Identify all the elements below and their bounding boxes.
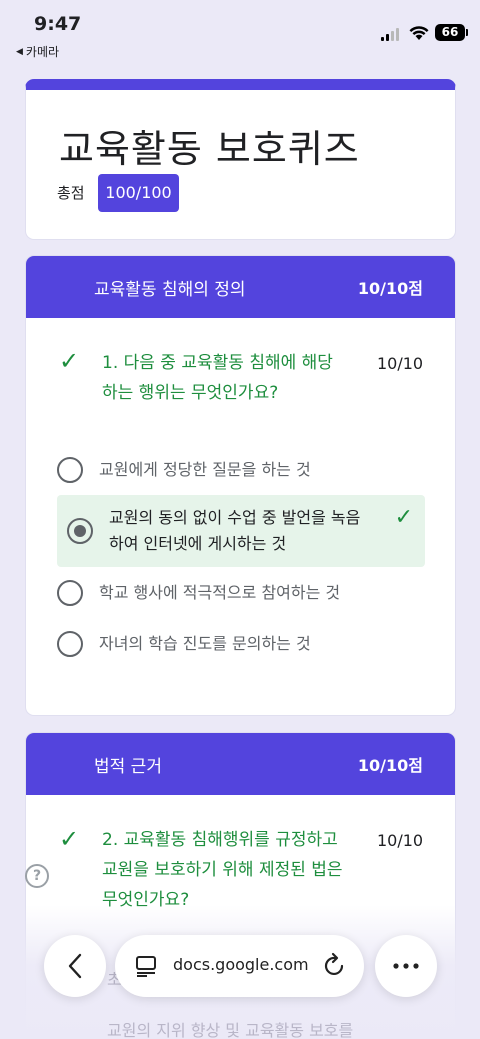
back-triangle-icon: ◀ [16, 46, 23, 57]
option-label: 교원에게 정당한 질문을 하는 것 [99, 460, 311, 479]
total-score-label: 총점 [57, 184, 85, 202]
cellular-signal-icon [381, 28, 399, 41]
option-label-line-2: 하여 인터넷에 게시하는 것 [109, 534, 287, 553]
question-text: 1. 다음 중 교육활동 침해에 해당 하는 행위는 무엇인가요? [102, 348, 333, 408]
radio-button-selected[interactable] [67, 518, 93, 544]
section-header: 법적 근거 10/10점 [26, 733, 455, 795]
partial-option-text: 교원의 지위 향상 및 교육활동 보호를 [107, 1021, 354, 1039]
radio-button[interactable] [57, 631, 83, 657]
quiz-title: 교육활동 보호퀴즈 [59, 127, 360, 171]
answer-option[interactable]: 학교 행사에 적극적으로 참여하는 것 [57, 580, 425, 606]
radio-button[interactable] [57, 580, 83, 606]
option-label: 학교 행사에 적극적으로 참여하는 것 [99, 583, 341, 602]
correct-answer-check-icon: ✓ [394, 505, 413, 530]
back-app-label: 카메라 [25, 45, 60, 59]
clock: 9:47 [34, 13, 82, 35]
section-score: 10/10점 [357, 756, 423, 775]
question-line-1: 1. 다음 중 교육활동 침해에 해당 [102, 353, 333, 373]
section-header: 교육활동 침해의 정의 10/10점 [26, 256, 455, 318]
answer-option[interactable]: 자녀의 학습 진도를 문의하는 것 [57, 631, 425, 657]
question-points: 10/10 [377, 354, 424, 373]
option-label: 교원의 동의 없이 수업 중 발언을 녹음 하여 인터넷에 게시하는 것 [109, 505, 399, 557]
radio-button[interactable] [57, 457, 83, 483]
correct-check-icon: ✓ [59, 825, 80, 853]
address-bar[interactable]: docs.google.com [115, 935, 364, 997]
question-line-2: 하는 행위는 무엇인가요? [102, 383, 279, 403]
section-title: 교육활동 침해의 정의 [94, 280, 246, 300]
browser-back-button[interactable] [44, 935, 106, 997]
question-line-1: 2. 교육활동 침해행위를 규정하고 [102, 830, 338, 850]
help-icon[interactable]: ? [25, 864, 49, 888]
question-line-2: 교원을 보호하기 위해 제정된 법은 [102, 860, 343, 880]
url-text: docs.google.com [173, 955, 309, 974]
question-text: 2. 교육활동 침해행위를 규정하고 교원을 보호하기 위해 제정된 법은 무엇… [102, 825, 343, 915]
back-to-app-link[interactable]: ◀ 카메라 [16, 43, 59, 60]
reload-icon[interactable] [323, 952, 347, 978]
question-points: 10/10 [377, 831, 424, 850]
section-score: 10/10점 [357, 279, 423, 298]
option-label: 자녀의 학습 진도를 문의하는 것 [99, 634, 311, 653]
section-title: 법적 근거 [94, 757, 162, 777]
battery-icon: 66 [435, 24, 468, 41]
total-score-badge: 100/100 [98, 174, 179, 212]
section-card-definition: 교육활동 침해의 정의 10/10점 ✓ 1. 다음 중 교육활동 침해에 해당… [25, 255, 456, 716]
wifi-icon [409, 26, 429, 40]
status-bar: 9:47 ◀ 카메라 66 [0, 0, 480, 66]
more-options-button[interactable] [375, 935, 437, 997]
chevron-left-icon [68, 953, 82, 979]
option-label-line-1: 교원의 동의 없이 수업 중 발언을 녹음 [109, 508, 361, 527]
answer-option-correct[interactable]: 교원의 동의 없이 수업 중 발언을 녹음 하여 인터넷에 게시하는 것 ✓ [57, 495, 425, 567]
more-dots-icon [393, 963, 419, 969]
reader-mode-icon[interactable] [135, 955, 157, 977]
answer-option[interactable]: 교원에게 정당한 질문을 하는 것 [57, 457, 425, 483]
correct-check-icon: ✓ [59, 347, 80, 375]
quiz-title-card: 교육활동 보호퀴즈 총점 100/100 [25, 79, 456, 240]
